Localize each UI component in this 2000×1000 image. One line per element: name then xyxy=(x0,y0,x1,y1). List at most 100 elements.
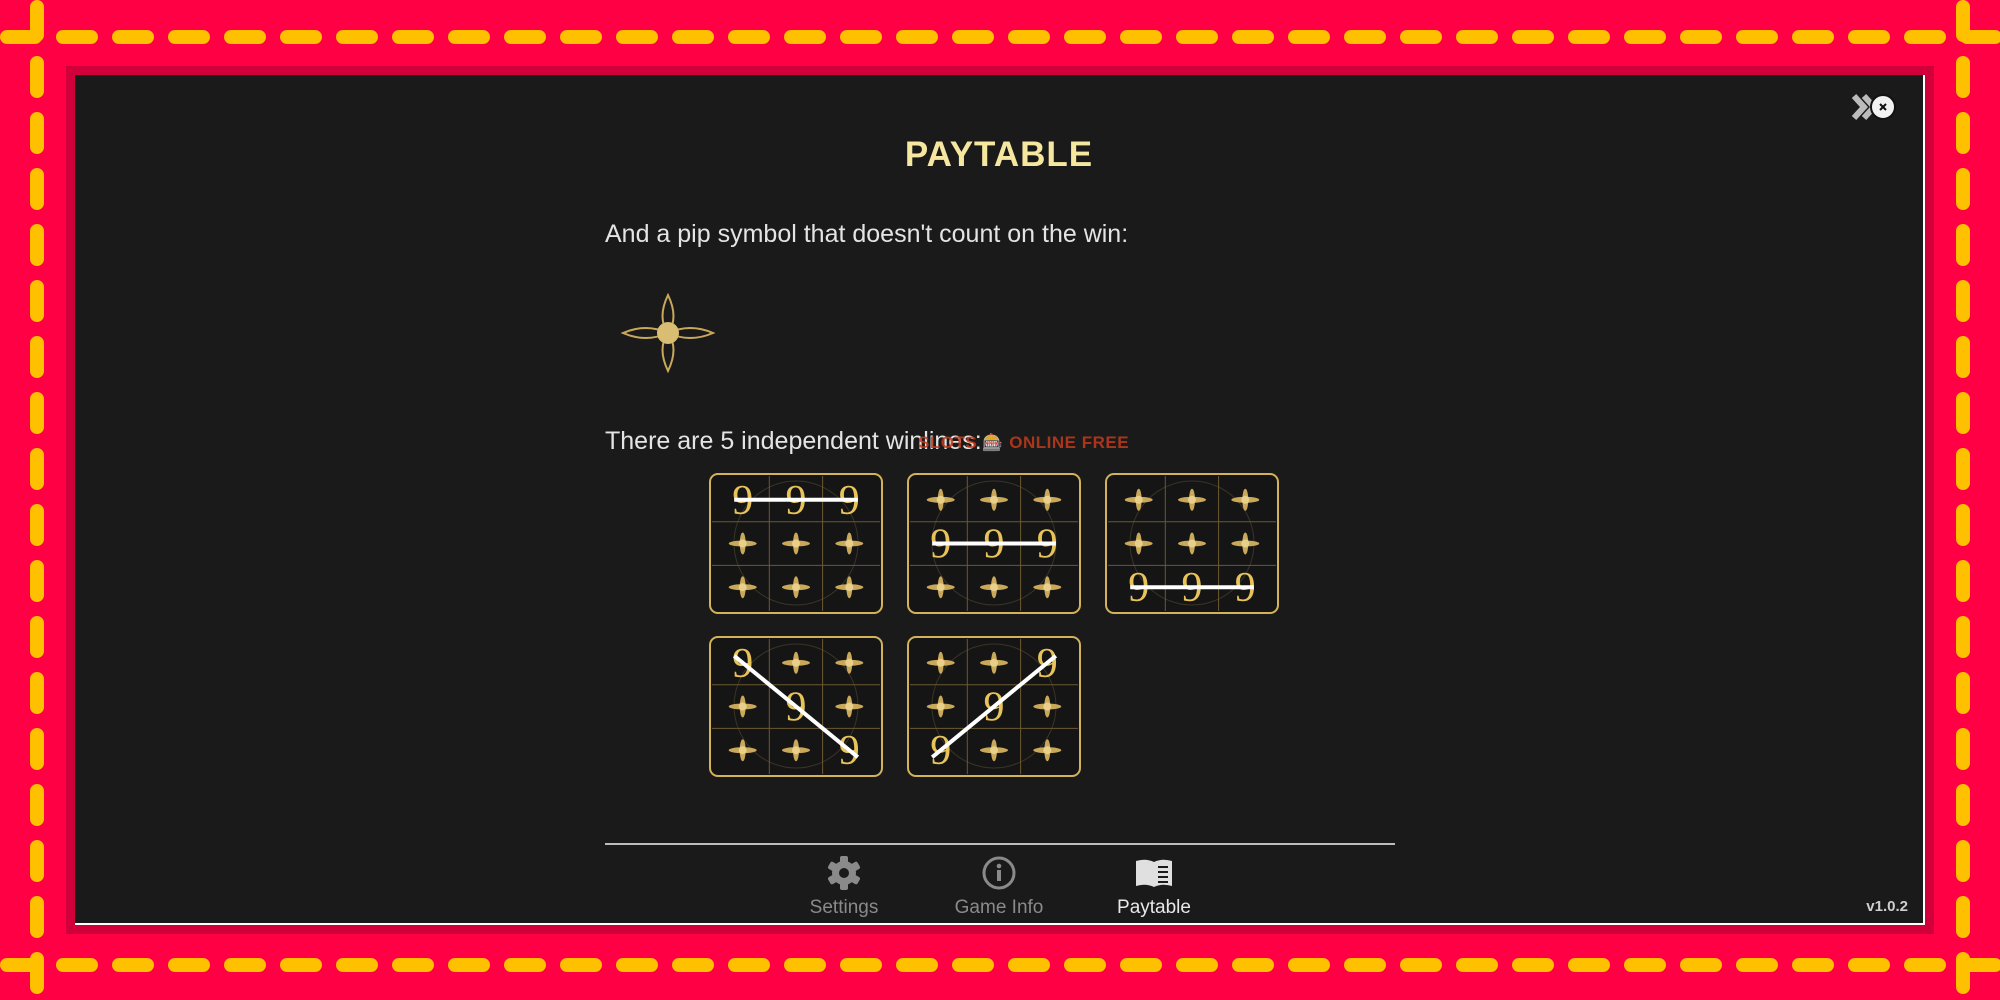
frame-dash xyxy=(336,30,378,44)
frame-dash xyxy=(840,30,882,44)
frame-dash xyxy=(1008,958,1050,972)
winline-grid-1: 999 xyxy=(709,473,883,614)
frame-dash xyxy=(504,30,546,44)
frame-dash xyxy=(1956,224,1970,266)
frame-dash xyxy=(1956,784,1970,826)
frame-dash xyxy=(672,958,714,972)
tab-paytable[interactable]: Paytable xyxy=(1079,855,1229,919)
frame-dash xyxy=(30,224,44,266)
frame-dash xyxy=(1956,560,1970,602)
tab-label: Settings xyxy=(809,897,879,918)
frame-dash xyxy=(616,958,658,972)
frame-dash xyxy=(280,30,322,44)
frame-dash xyxy=(896,30,938,44)
frame-dash xyxy=(1120,30,1162,44)
frame-dash xyxy=(168,30,210,44)
frame-dash xyxy=(30,448,44,490)
winline-grid-2: 999 xyxy=(907,473,1081,614)
close-button[interactable] xyxy=(1850,92,1900,122)
frame-dash xyxy=(224,30,266,44)
frame-dash xyxy=(30,168,44,210)
frame-dash xyxy=(952,958,994,972)
frame-dash xyxy=(1288,30,1330,44)
frame-dash xyxy=(30,112,44,154)
frame-dash xyxy=(1956,0,1970,42)
frame-dash xyxy=(1956,448,1970,490)
tab-game-info[interactable]: Game Info xyxy=(924,855,1074,919)
frame-dash xyxy=(30,392,44,434)
frame-dash xyxy=(1344,958,1386,972)
frame-dash xyxy=(30,616,44,658)
frame-dash xyxy=(1624,30,1666,44)
gear-icon xyxy=(828,856,860,890)
frame-dash xyxy=(30,336,44,378)
winline-grid-3: 999 xyxy=(1105,473,1279,614)
frame-dash xyxy=(1344,30,1386,44)
version-label: v1.0.2 xyxy=(1866,898,1908,915)
frame-dash xyxy=(1956,728,1970,770)
frame-dash xyxy=(1176,958,1218,972)
frame-dash xyxy=(1512,30,1554,44)
frame-dash xyxy=(392,30,434,44)
frame-dash xyxy=(1568,958,1610,972)
paytable-panel: PAYTABLE And a pip symbol that doesn't c… xyxy=(75,75,1925,925)
frame-dash xyxy=(1956,168,1970,210)
frame-dash xyxy=(280,958,322,972)
frame-dash xyxy=(1904,958,1946,972)
frame-dash xyxy=(840,958,882,972)
frame-dash xyxy=(336,958,378,972)
frame-dash xyxy=(1956,392,1970,434)
book-icon xyxy=(1136,859,1172,887)
frame-dash xyxy=(1904,30,1946,44)
divider xyxy=(605,843,1395,845)
frame-dash xyxy=(392,958,434,972)
info-icon xyxy=(982,856,1016,890)
frame-dash xyxy=(1120,958,1162,972)
frame-dash xyxy=(1792,30,1834,44)
frame-dash xyxy=(112,958,154,972)
winline-grid-5: 999 xyxy=(907,636,1081,777)
frame-dash xyxy=(784,958,826,972)
frame-dash xyxy=(1288,958,1330,972)
frame-dash xyxy=(1064,30,1106,44)
frame-dash xyxy=(616,30,658,44)
frame-dash xyxy=(56,958,98,972)
watermark: SLOTS 🎰 ONLINE FREE xyxy=(918,433,1130,452)
frame-dash xyxy=(224,958,266,972)
frame-dash xyxy=(1956,504,1970,546)
pip-symbol-icon xyxy=(621,293,715,373)
frame-dash xyxy=(1680,30,1722,44)
tab-settings[interactable]: Settings xyxy=(769,855,919,919)
frame-dash xyxy=(1064,958,1106,972)
frame-dash xyxy=(896,958,938,972)
frame-dash xyxy=(30,896,44,938)
frame-dash xyxy=(560,30,602,44)
frame-dash xyxy=(560,958,602,972)
frame-dash xyxy=(1456,958,1498,972)
frame-dash xyxy=(728,30,770,44)
frame-dash xyxy=(672,30,714,44)
frame-dash xyxy=(30,56,44,98)
frame-dash xyxy=(1956,112,1970,154)
tab-label: Paytable xyxy=(1117,897,1191,918)
frame-dash xyxy=(30,728,44,770)
frame-dash xyxy=(1568,30,1610,44)
frame-dash xyxy=(1956,280,1970,322)
frame-dash xyxy=(1008,30,1050,44)
frame-dash xyxy=(784,30,826,44)
frame-dash xyxy=(1736,30,1778,44)
frame-dash xyxy=(30,280,44,322)
frame-dash xyxy=(1176,30,1218,44)
frame-dash xyxy=(30,560,44,602)
frame-dash xyxy=(1956,56,1970,98)
frame-dash xyxy=(168,958,210,972)
frame-dash xyxy=(1456,30,1498,44)
frame-dash xyxy=(1232,30,1274,44)
frame-dash xyxy=(1848,958,1890,972)
frame-dash xyxy=(1956,616,1970,658)
close-icon xyxy=(1851,93,1896,121)
frame-dash xyxy=(1956,840,1970,882)
frame-dash xyxy=(30,840,44,882)
page-title: PAYTABLE xyxy=(904,135,1094,174)
frame-dash xyxy=(1400,958,1442,972)
